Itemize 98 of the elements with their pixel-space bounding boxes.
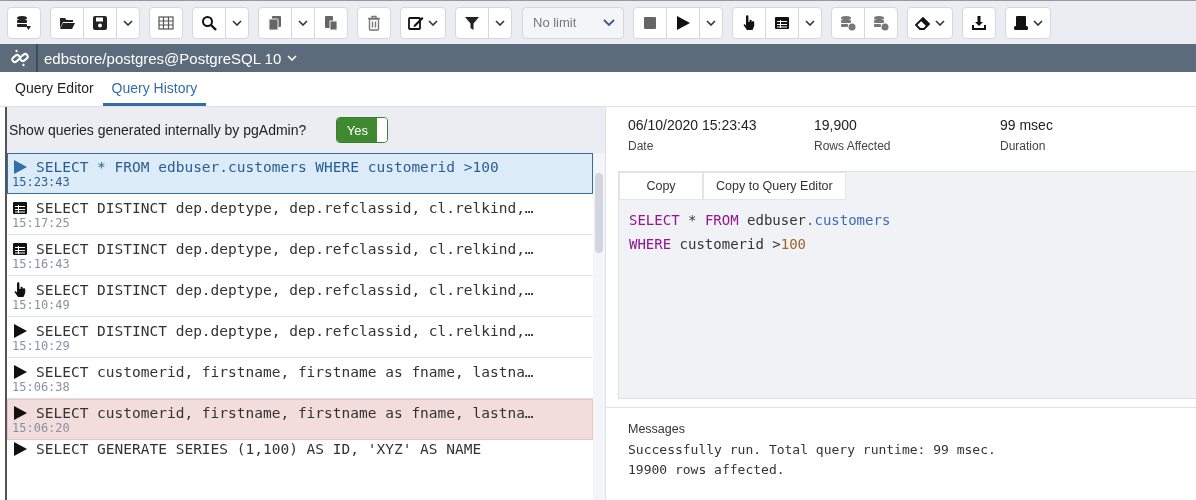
caret-icon xyxy=(287,55,298,61)
messages-title: Messages xyxy=(628,422,686,436)
table-button[interactable] xyxy=(765,6,799,39)
stat-label: Date xyxy=(628,139,655,153)
edit-button[interactable] xyxy=(400,6,446,39)
database-icon xyxy=(16,14,32,31)
caret-icon xyxy=(428,19,438,26)
save-menu-button[interactable] xyxy=(116,6,140,39)
query-time: 15:06:20 xyxy=(12,420,71,435)
table-icon xyxy=(12,240,28,257)
search-menu-button[interactable] xyxy=(225,6,249,39)
rollback-button[interactable] xyxy=(864,6,898,39)
code-line: WHERE customerid >100 xyxy=(629,235,808,254)
message-line: Successfully run. Total query runtime: 99 msec. xyxy=(628,441,997,459)
query-text: SELECT DISTINCT dep.deptype, dep.refclassid, cl.relkind,… xyxy=(36,281,534,298)
message-line: 19900 rows affected. xyxy=(628,461,786,479)
query-text: SELECT customerid, firstname, firstname as fname, lastna… xyxy=(36,363,534,380)
query-time: 15:10:29 xyxy=(12,338,71,353)
play-icon xyxy=(675,14,691,31)
play-icon xyxy=(12,158,28,175)
link-icon[interactable] xyxy=(10,49,30,67)
clear-button[interactable] xyxy=(907,6,953,39)
query-text: SELECT GENERATE SERIES (1,100) AS ID, 'XYZ' AS NAME xyxy=(36,441,482,457)
history-item[interactable]: SELECT DISTINCT dep.deptype, dep.refclassid, cl.relkind,… 15:10:29 xyxy=(7,317,593,358)
commit-button[interactable] xyxy=(831,6,865,39)
query-text: SELECT DISTINCT dep.deptype, dep.refclassid, cl.relkind,… xyxy=(36,199,534,216)
delete-button[interactable] xyxy=(357,6,391,39)
copy-button[interactable]: Copy to Query Editor xyxy=(703,172,846,200)
filter-icon xyxy=(464,14,480,31)
play-icon xyxy=(12,363,28,380)
download-button[interactable] xyxy=(962,6,996,39)
grid-button[interactable] xyxy=(149,6,183,39)
pointer-button[interactable] xyxy=(732,6,766,39)
query-time: 15:06:38 xyxy=(12,379,71,394)
stat-label: Rows Affected xyxy=(814,139,892,153)
play-icon xyxy=(12,404,28,421)
history-item[interactable]: SELECT GENERATE SERIES (1,100) AS ID, 'XYZ' AS NAME xyxy=(7,440,593,462)
run-button[interactable] xyxy=(666,6,700,39)
query-text: SELECT customerid, firstname, firstname as fname, lastna… xyxy=(36,404,534,421)
caret-icon xyxy=(935,19,945,26)
filter-label: Show queries generated internally by pgAdmin? xyxy=(9,122,307,138)
grid-icon xyxy=(158,14,174,31)
row-limit-select[interactable]: No limit xyxy=(522,6,624,39)
caret-icon xyxy=(603,19,615,26)
history-item[interactable]: SELECT DISTINCT dep.deptype, dep.refclassid, cl.relkind,… 15:16:43 xyxy=(7,235,593,276)
database-button[interactable] xyxy=(7,6,41,39)
query-time: 15:10:49 xyxy=(12,297,71,312)
copy-menu-button[interactable] xyxy=(291,6,315,39)
search-icon xyxy=(201,14,217,31)
copy-icon xyxy=(267,14,283,31)
toggle-switch[interactable]: Yes xyxy=(336,117,389,143)
query-text: SELECT DISTINCT dep.deptype, dep.refclassid, cl.relkind,… xyxy=(36,322,534,339)
stat-value: 99 msec xyxy=(1000,117,1053,133)
history-item[interactable]: SELECT DISTINCT dep.deptype, dep.refclassid, cl.relkind,… 15:10:49 xyxy=(7,276,593,317)
table-menu-button[interactable] xyxy=(798,6,822,39)
download-icon xyxy=(971,14,987,31)
copy-button[interactable] xyxy=(258,6,292,39)
macros-button[interactable] xyxy=(1005,6,1051,39)
query-text: SELECT DISTINCT dep.deptype, dep.refclassid, cl.relkind,… xyxy=(36,240,534,257)
trash-icon xyxy=(366,14,382,31)
table-icon xyxy=(774,14,790,31)
pointer-hand-icon xyxy=(12,281,28,298)
query-time: 15:23:43 xyxy=(12,174,71,189)
history-item[interactable]: SELECT * FROM edbuser.customers WHERE customerid >100 15:23:43 xyxy=(7,153,593,194)
paste-button[interactable] xyxy=(314,6,348,39)
caret-icon xyxy=(1033,19,1043,26)
open-file-button[interactable] xyxy=(50,6,84,39)
history-item[interactable]: SELECT DISTINCT dep.deptype, dep.refclassid, cl.relkind,… 15:17:25 xyxy=(7,194,593,235)
copy-button[interactable]: Copy xyxy=(619,172,703,200)
query-text: SELECT * FROM edbuser.customers WHERE customerid >100 xyxy=(36,158,499,175)
stop-icon xyxy=(642,14,658,31)
run-menu-button[interactable] xyxy=(699,6,723,39)
search-button[interactable] xyxy=(192,6,226,39)
history-item[interactable]: SELECT customerid, firstname, firstname as fname, lastna… 15:06:20 xyxy=(7,399,593,440)
eraser-icon xyxy=(915,14,931,31)
save-button[interactable] xyxy=(83,6,117,39)
scrollbar-thumb[interactable] xyxy=(595,173,603,253)
caret-icon xyxy=(232,19,242,26)
caret-icon xyxy=(805,19,815,26)
caret-icon xyxy=(495,19,505,26)
filter-button[interactable] xyxy=(455,6,489,39)
paste-icon xyxy=(323,14,339,31)
query-time: 15:16:43 xyxy=(12,256,71,271)
pointer-hand-icon xyxy=(741,14,757,31)
filter-menu-button[interactable] xyxy=(488,6,512,39)
stop-button[interactable] xyxy=(633,6,667,39)
caret-icon xyxy=(706,19,716,26)
table-icon xyxy=(12,199,28,216)
code-line: SELECT * FROM edbuser.customers xyxy=(629,211,892,230)
query-time: 15:17:25 xyxy=(12,215,71,230)
stat-value: 06/10/2020 15:23:43 xyxy=(628,117,758,133)
caret-icon xyxy=(123,19,133,26)
stat-label: Duration xyxy=(1000,139,1047,153)
pencil-square-icon xyxy=(408,14,424,31)
caret-icon xyxy=(298,19,308,26)
tab[interactable]: Query Editor xyxy=(6,72,103,106)
play-icon xyxy=(12,322,28,339)
stat-value: 19,900 xyxy=(814,117,858,133)
